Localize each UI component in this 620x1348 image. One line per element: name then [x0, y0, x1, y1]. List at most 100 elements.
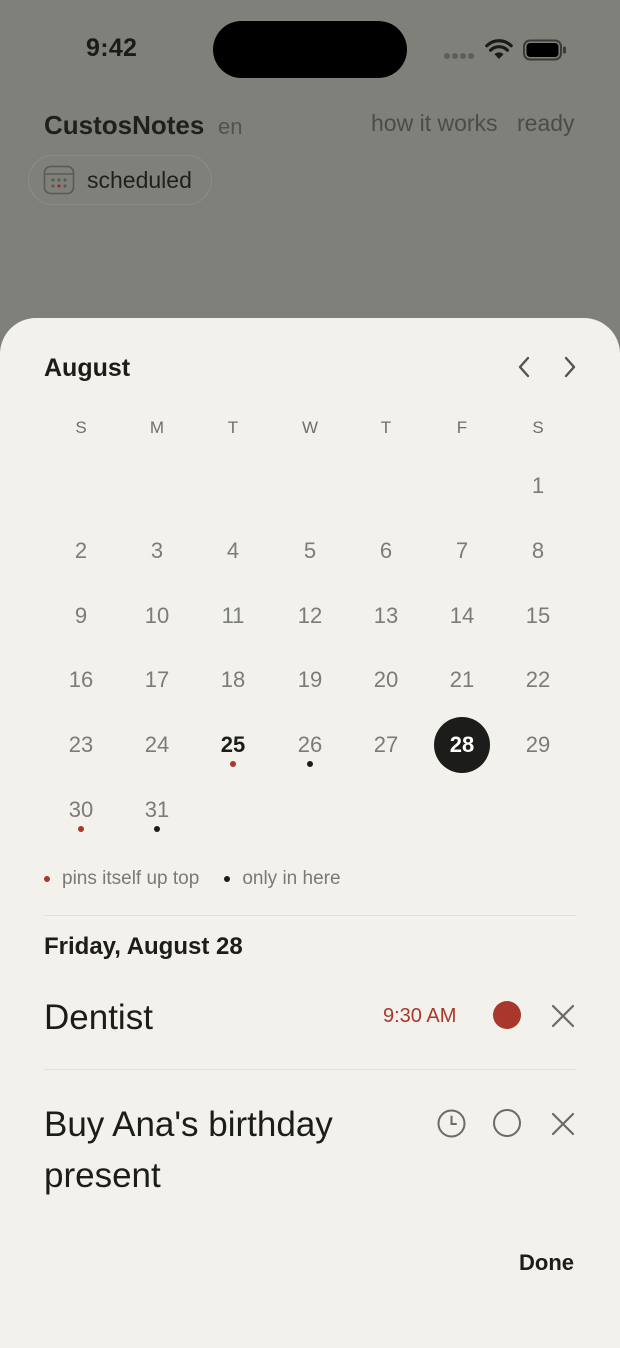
calendar-day[interactable]: 3: [129, 523, 185, 579]
calendar-day[interactable]: 4: [205, 523, 261, 579]
calendar-day[interactable]: 18: [205, 652, 261, 708]
calendar-day[interactable]: 30: [53, 782, 109, 838]
how-it-works-link[interactable]: how it works: [371, 110, 498, 137]
calendar-day[interactable]: 21: [434, 652, 490, 708]
next-month-button[interactable]: [555, 352, 585, 382]
calendar-day[interactable]: 2: [53, 523, 109, 579]
calendar-day-number: 28: [449, 732, 475, 758]
calendar-day-number: 12: [297, 602, 323, 628]
calendar-day[interactable]: 26: [282, 717, 338, 773]
calendar-day[interactable]: 11: [205, 588, 261, 644]
cellular-signal-icon: [444, 53, 474, 59]
app-title: CustosNotes: [44, 110, 205, 140]
month-title: August: [44, 354, 131, 382]
calendar-day[interactable]: 25: [205, 717, 261, 773]
calendar-day-number: 29: [525, 732, 551, 758]
weekday-label: W: [301, 418, 319, 437]
black-dot-icon: [224, 876, 231, 882]
calendar-day[interactable]: 10: [129, 588, 185, 644]
task-time[interactable]: 9:30 AM: [383, 1005, 456, 1028]
scheduled-chip-label: scheduled: [87, 166, 192, 193]
legend-item-pinned: pins itself up top: [44, 868, 199, 890]
calendar-day-number: 19: [297, 667, 323, 693]
calendar-day[interactable]: 6: [358, 523, 414, 579]
weekday-label: S: [532, 418, 544, 437]
calendar-day[interactable]: 20: [358, 652, 414, 708]
calendar-day[interactable]: 12: [282, 588, 338, 644]
done-button[interactable]: Done: [519, 1250, 574, 1276]
calendar-day[interactable]: 7: [434, 523, 490, 579]
divider: [44, 1069, 576, 1070]
battery-icon: [523, 39, 566, 61]
calendar-day-number: 9: [74, 602, 88, 628]
red-dot-icon: [78, 826, 84, 832]
language-toggle[interactable]: en: [218, 114, 242, 140]
scheduled-chip[interactable]: scheduled: [28, 155, 212, 205]
red-dot-icon: [44, 876, 50, 882]
previous-month-button[interactable]: [509, 352, 539, 382]
calendar-day[interactable]: 15: [510, 588, 566, 644]
calendar-day[interactable]: 23: [53, 717, 109, 773]
calendar-day[interactable]: 17: [129, 652, 185, 708]
legend: pins itself up top only in here: [44, 868, 341, 890]
task-title[interactable]: Buy Ana's birthday present: [44, 1099, 374, 1201]
calendar-day-number: 16: [68, 667, 94, 693]
calendar-day-number: 26: [297, 732, 323, 758]
calendar-day-number: 14: [449, 602, 475, 628]
black-dot-icon: [154, 826, 160, 832]
calendar-day[interactable]: 1: [510, 458, 566, 514]
weekday-label: T: [380, 418, 392, 437]
chevron-left-icon: [518, 356, 530, 378]
calendar-day-number: 4: [226, 537, 240, 563]
calendar-day-selected[interactable]: 28: [434, 717, 490, 774]
background-app: 9:42 CustosNotes en how it works ready s…: [0, 0, 620, 330]
calendar-day-number: 10: [144, 602, 170, 628]
calendar-day-number: 2: [74, 537, 88, 563]
calendar-day[interactable]: 8: [510, 523, 566, 579]
calendar-sheet: August SMTWTFS 1 2 3 4 5 6 7 8 9 10 11 12 13 14 15 16 17…: [0, 318, 620, 1348]
calendar-day-number: 30: [68, 797, 94, 822]
calendar-day-number: 7: [455, 537, 469, 563]
calendar-day-number: 31: [144, 797, 170, 822]
calendar-day[interactable]: 14: [434, 588, 490, 644]
calendar-day[interactable]: 13: [358, 588, 414, 644]
calendar-day[interactable]: 9: [53, 588, 109, 644]
weekday-label: T: [227, 418, 239, 437]
ready-link[interactable]: ready: [517, 110, 575, 137]
weekday-label: M: [149, 418, 165, 437]
calendar-day-number: 18: [220, 667, 246, 693]
calendar-day-number: 1: [531, 473, 545, 498]
calendar-day-number: 5: [303, 537, 317, 563]
calendar-day[interactable]: 29: [510, 717, 566, 773]
close-icon[interactable]: [550, 1003, 576, 1029]
calendar-day[interactable]: 31: [129, 782, 185, 838]
divider: [44, 915, 576, 916]
calendar-icon: [43, 165, 75, 195]
calendar-day[interactable]: 5: [282, 523, 338, 579]
calendar-day-number: 27: [373, 732, 399, 758]
calendar-day[interactable]: 27: [358, 717, 414, 773]
calendar-day[interactable]: 22: [510, 652, 566, 708]
calendar-day-number: 17: [144, 667, 170, 693]
status-time: 9:42: [86, 34, 138, 62]
calendar-day-number: 22: [525, 667, 551, 693]
pin-toggle-off[interactable]: [493, 1109, 521, 1137]
chevron-right-icon: [564, 356, 576, 378]
clock-icon[interactable]: [437, 1109, 466, 1138]
selected-date-heading: Friday, August 28: [44, 933, 243, 960]
task-title[interactable]: Dentist: [44, 992, 153, 1043]
calendar-day-number: 15: [525, 602, 551, 628]
calendar-day[interactable]: 19: [282, 652, 338, 708]
calendar-day[interactable]: 24: [129, 717, 185, 773]
calendar-day-number: 21: [449, 667, 475, 693]
calendar-day[interactable]: 16: [53, 652, 109, 708]
pin-toggle-on[interactable]: [493, 1001, 521, 1029]
legend-pinned-label: pins itself up top: [62, 868, 200, 889]
calendar-day-number: 6: [379, 537, 393, 563]
red-dot-icon: [230, 761, 236, 768]
calendar-day-number: 13: [373, 602, 399, 628]
close-icon[interactable]: [550, 1111, 576, 1137]
calendar-day-number: 11: [221, 602, 245, 628]
weekday-label: S: [75, 418, 87, 437]
dynamic-island: [213, 21, 407, 78]
